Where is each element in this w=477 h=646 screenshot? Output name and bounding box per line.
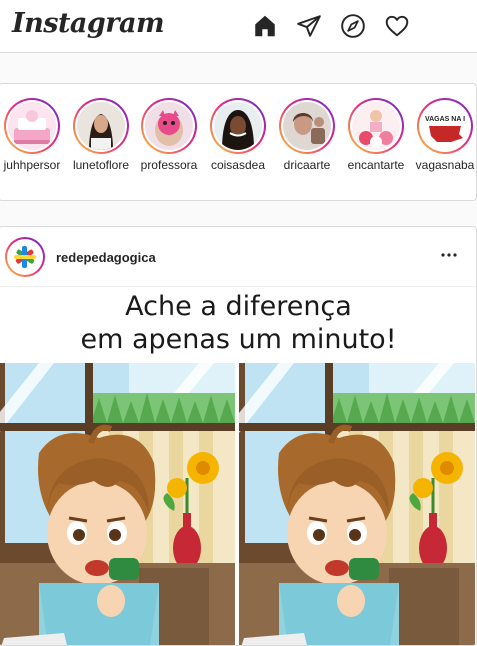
activity-heart-icon[interactable] <box>384 13 410 39</box>
story-avatar <box>352 102 400 150</box>
feed-post: redepedagogica Ache a diferença em apena… <box>0 226 477 646</box>
headline-line-2: em apenas um minuto! <box>80 324 397 355</box>
story-avatar <box>214 102 262 150</box>
story-item[interactable]: encantarte <box>343 98 409 172</box>
story-avatar <box>283 102 331 150</box>
story-avatar <box>77 102 125 150</box>
stories-tray: juhhpersor lunetoflore professora coisas… <box>0 83 477 201</box>
story-username: vagasnaba <box>415 158 475 172</box>
story-avatar <box>145 102 193 150</box>
post-image[interactable]: Ache a diferença em apenas um minuto! <box>0 287 476 645</box>
story-avatar <box>8 102 56 150</box>
story-username: dricaarte <box>283 158 331 172</box>
home-icon[interactable] <box>252 13 278 39</box>
story-avatar: VAGAS NA I <box>421 102 469 150</box>
headline-line-1: Ache a diferença <box>125 291 352 322</box>
story-item[interactable]: dricaarte <box>274 98 340 172</box>
story-username: encantarte <box>347 158 405 172</box>
instagram-logo[interactable]: Instagram <box>12 8 165 39</box>
story-item[interactable]: VAGAS NA I vagasnaba <box>412 98 476 172</box>
post-avatar[interactable] <box>5 237 45 277</box>
more-options-icon[interactable] <box>439 247 459 263</box>
top-navigation-bar: Instagram <box>0 0 477 53</box>
story-item[interactable]: lunetoflore <box>68 98 134 172</box>
direct-icon[interactable] <box>296 13 322 39</box>
story-item[interactable]: professora <box>136 98 202 172</box>
story-username: lunetoflore <box>72 158 130 172</box>
story-username: juhhpersor <box>3 158 61 172</box>
story-item[interactable]: coisasdea <box>205 98 271 172</box>
right-illustration-panel <box>239 363 475 645</box>
post-image-headline: Ache a diferença em apenas um minuto! <box>0 290 476 356</box>
story-username: professora <box>140 158 198 172</box>
post-username[interactable]: redepedagogica <box>56 250 156 265</box>
post-header: redepedagogica <box>0 227 476 287</box>
story-item[interactable]: juhhpersor <box>0 98 65 172</box>
explore-icon[interactable] <box>340 13 366 39</box>
left-illustration-panel <box>0 363 235 645</box>
story-username: coisasdea <box>210 158 266 172</box>
story-avatar-text: VAGAS NA I <box>425 116 465 123</box>
